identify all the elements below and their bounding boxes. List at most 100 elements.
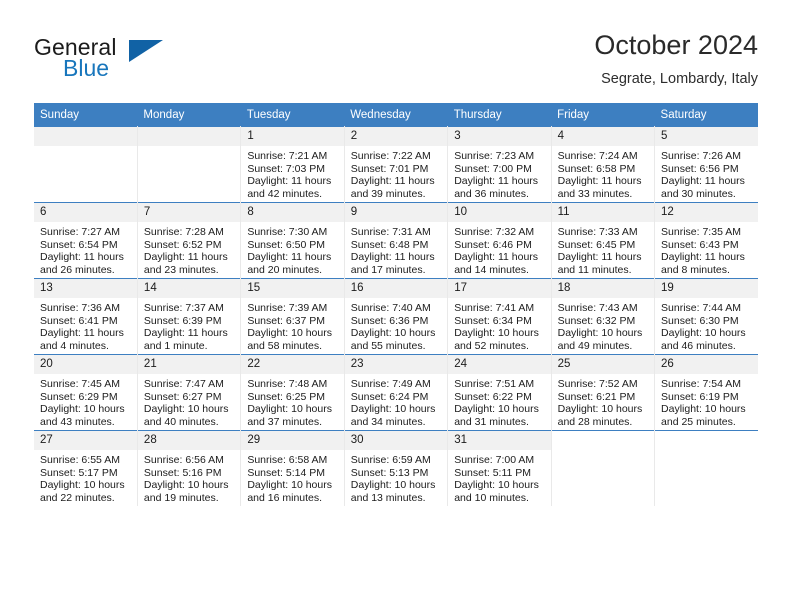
calendar-week-row: 1 Sunrise: 7:21 AM Sunset: 7:03 PM Daylight…	[34, 126, 758, 203]
brand-logo[interactable]: General Blue	[34, 34, 254, 86]
sunset-text: Sunset: 6:29 PM	[40, 390, 118, 403]
calendar-day-cell[interactable]: 28 Sunrise: 6:56 AM Sunset: 5:16 PM Dayligh…	[137, 430, 242, 506]
daylight-text-line1: Daylight: 10 hours	[247, 403, 332, 416]
day-number: 29	[241, 431, 344, 450]
calendar-day-cell[interactable]: 24 Sunrise: 7:51 AM Sunset: 6:22 PM Dayligh…	[447, 354, 552, 431]
calendar-day-cell[interactable]: 2 Sunrise: 7:22 AM Sunset: 7:01 PM Daylight…	[344, 126, 449, 203]
daylight-text-line2: and 10 minutes.	[454, 491, 529, 504]
day-number: 27	[34, 431, 137, 450]
sunrise-text: Sunrise: 7:35 AM	[661, 226, 741, 238]
day-number: 2	[344, 127, 448, 146]
day-details: Sunrise: 7:40 AM Sunset: 6:36 PM Daylight:…	[345, 298, 447, 352]
day-number: 3	[448, 127, 551, 146]
daylight-text-line2: and 4 minutes.	[40, 339, 109, 352]
calendar-day-cell[interactable]: 19 Sunrise: 7:44 AM Sunset: 6:30 PM Dayligh…	[654, 278, 758, 355]
calendar-day-cell[interactable]: 21 Sunrise: 7:47 AM Sunset: 6:27 PM Dayligh…	[137, 354, 242, 431]
daylight-text-line1: Daylight: 10 hours	[454, 479, 539, 492]
sunrise-text: Sunrise: 7:26 AM	[661, 150, 741, 162]
sunset-text: Sunset: 6:56 PM	[661, 162, 739, 175]
day-details: Sunrise: 7:36 AM Sunset: 6:41 PM Daylight:…	[34, 298, 137, 352]
calendar-day-cell[interactable]: 30 Sunrise: 6:59 AM Sunset: 5:13 PM Dayligh…	[344, 430, 449, 506]
sunset-text: Sunset: 5:17 PM	[40, 466, 118, 479]
calendar-day-cell[interactable]: 10 Sunrise: 7:32 AM Sunset: 6:46 PM Dayligh…	[447, 202, 552, 279]
sunset-text: Sunset: 6:50 PM	[247, 238, 325, 251]
daylight-text-line2: and 20 minutes.	[247, 263, 323, 276]
calendar-day-cell[interactable]: 7 Sunrise: 7:28 AM Sunset: 6:52 PM Daylight…	[137, 202, 242, 279]
sunset-text: Sunset: 6:34 PM	[454, 314, 532, 327]
calendar-day-cell[interactable]: 29 Sunrise: 6:58 AM Sunset: 5:14 PM Dayligh…	[240, 430, 345, 506]
calendar-day-cell[interactable]: 13 Sunrise: 7:36 AM Sunset: 6:41 PM Dayligh…	[34, 278, 138, 355]
daylight-text-line1: Daylight: 11 hours	[247, 251, 332, 264]
day-number: 6	[34, 203, 137, 222]
calendar-day-cell[interactable]: 25 Sunrise: 7:52 AM Sunset: 6:21 PM Dayligh…	[551, 354, 656, 431]
calendar-day-cell[interactable]: 3 Sunrise: 7:23 AM Sunset: 7:00 PM Daylight…	[447, 126, 552, 203]
daylight-text-line2: and 19 minutes.	[143, 491, 219, 504]
daylight-text-line1: Daylight: 11 hours	[350, 175, 435, 188]
sunrise-text: Sunrise: 6:56 AM	[143, 454, 224, 466]
day-number: 9	[344, 203, 448, 222]
sunset-text: Sunset: 6:41 PM	[40, 314, 118, 327]
sunset-text: Sunset: 6:45 PM	[557, 238, 636, 251]
sunrise-text: Sunrise: 6:55 AM	[40, 454, 120, 466]
daylight-text-line2: and 16 minutes.	[247, 491, 323, 504]
day-details: Sunrise: 7:45 AM Sunset: 6:29 PM Daylight:…	[34, 374, 137, 428]
daylight-text-line1: Daylight: 10 hours	[247, 479, 332, 492]
sunset-text: Sunset: 7:01 PM	[350, 162, 429, 175]
daylight-text-line2: and 49 minutes.	[557, 339, 633, 352]
daylight-text-line1: Daylight: 10 hours	[143, 403, 229, 416]
calendar-day-cell[interactable]: 9 Sunrise: 7:31 AM Sunset: 6:48 PM Daylight…	[344, 202, 449, 279]
daylight-text-line2: and 34 minutes.	[350, 415, 426, 428]
sunrise-text: Sunrise: 7:32 AM	[454, 226, 535, 238]
calendar-day-cell[interactable]: 27 Sunrise: 6:55 AM Sunset: 5:17 PM Dayligh…	[34, 430, 138, 506]
calendar-day-cell[interactable]: 1 Sunrise: 7:21 AM Sunset: 7:03 PM Daylight…	[240, 126, 345, 203]
day-details: Sunrise: 6:59 AM Sunset: 5:13 PM Daylight:…	[345, 450, 447, 504]
calendar-day-cell[interactable]: 8 Sunrise: 7:30 AM Sunset: 6:50 PM Daylight…	[240, 202, 345, 279]
daylight-text-line1: Daylight: 10 hours	[350, 403, 436, 416]
sunset-text: Sunset: 6:48 PM	[350, 238, 429, 251]
calendar-day-cell[interactable]: 16 Sunrise: 7:40 AM Sunset: 6:36 PM Dayligh…	[344, 278, 449, 355]
calendar-day-cell[interactable]: 20 Sunrise: 7:45 AM Sunset: 6:29 PM Dayligh…	[34, 354, 138, 431]
day-number: 14	[137, 279, 241, 298]
calendar-day-cell[interactable]: 12 Sunrise: 7:35 AM Sunset: 6:43 PM Dayligh…	[654, 202, 758, 279]
daylight-text-line1: Daylight: 10 hours	[350, 327, 436, 340]
calendar-day-cell[interactable]: 5 Sunrise: 7:26 AM Sunset: 6:56 PM Daylight…	[654, 126, 758, 203]
day-details: Sunrise: 7:37 AM Sunset: 6:39 PM Daylight:…	[138, 298, 240, 352]
calendar-day-cell[interactable]: 4 Sunrise: 7:24 AM Sunset: 6:58 PM Daylight…	[551, 126, 656, 203]
daylight-text-line1: Daylight: 10 hours	[557, 327, 643, 340]
day-details: Sunrise: 7:49 AM Sunset: 6:24 PM Daylight:…	[345, 374, 447, 428]
calendar-day-cell[interactable]: 11 Sunrise: 7:33 AM Sunset: 6:45 PM Dayligh…	[551, 202, 656, 279]
day-number: 23	[344, 355, 448, 374]
sunset-text: Sunset: 5:14 PM	[247, 466, 325, 479]
day-number: 21	[137, 355, 241, 374]
calendar-day-cell[interactable]: 15 Sunrise: 7:39 AM Sunset: 6:37 PM Dayligh…	[240, 278, 345, 355]
calendar-page: General Blue October 2024 Segrate, Lomba…	[0, 0, 792, 612]
day-details: Sunrise: 7:54 AM Sunset: 6:19 PM Daylight:…	[655, 374, 758, 428]
sunrise-text: Sunrise: 7:54 AM	[661, 378, 741, 390]
day-details: Sunrise: 7:43 AM Sunset: 6:32 PM Daylight:…	[552, 298, 654, 352]
sunrise-text: Sunrise: 7:33 AM	[557, 226, 638, 238]
daylight-text-line1: Daylight: 11 hours	[454, 175, 539, 188]
daylight-text-line1: Daylight: 11 hours	[557, 175, 642, 188]
calendar-day-cell[interactable]: 14 Sunrise: 7:37 AM Sunset: 6:39 PM Dayligh…	[137, 278, 242, 355]
day-details: Sunrise: 7:33 AM Sunset: 6:45 PM Daylight:…	[552, 222, 654, 276]
calendar-day-cell[interactable]: 26 Sunrise: 7:54 AM Sunset: 6:19 PM Dayligh…	[654, 354, 758, 431]
sunrise-text: Sunrise: 7:36 AM	[40, 302, 120, 314]
daylight-text-line1: Daylight: 10 hours	[40, 479, 125, 492]
weekday-header-sunday: Sunday	[34, 103, 138, 127]
calendar-day-cell[interactable]: 18 Sunrise: 7:43 AM Sunset: 6:32 PM Dayligh…	[551, 278, 656, 355]
daylight-text-line1: Daylight: 10 hours	[661, 327, 746, 340]
calendar-day-cell[interactable]: 23 Sunrise: 7:49 AM Sunset: 6:24 PM Dayligh…	[344, 354, 449, 431]
day-details: Sunrise: 6:56 AM Sunset: 5:16 PM Daylight:…	[138, 450, 240, 504]
sunset-text: Sunset: 6:36 PM	[350, 314, 429, 327]
daylight-text-line2: and 26 minutes.	[40, 263, 115, 276]
calendar-day-cell[interactable]: 31 Sunrise: 7:00 AM Sunset: 5:11 PM Dayligh…	[447, 430, 552, 506]
calendar-week-row: 13 Sunrise: 7:36 AM Sunset: 6:41 PM Dayligh…	[34, 278, 758, 355]
sunrise-text: Sunrise: 7:47 AM	[143, 378, 224, 390]
calendar-day-cell[interactable]: 17 Sunrise: 7:41 AM Sunset: 6:34 PM Dayligh…	[447, 278, 552, 355]
day-details: Sunrise: 7:48 AM Sunset: 6:25 PM Daylight:…	[241, 374, 343, 428]
calendar-day-cell[interactable]: 22 Sunrise: 7:48 AM Sunset: 6:25 PM Dayligh…	[240, 354, 345, 431]
calendar-day-cell[interactable]: 6 Sunrise: 7:27 AM Sunset: 6:54 PM Daylight…	[34, 202, 138, 279]
day-number: 15	[241, 279, 344, 298]
sunset-text: Sunset: 6:24 PM	[350, 390, 429, 403]
day-number	[655, 431, 758, 450]
